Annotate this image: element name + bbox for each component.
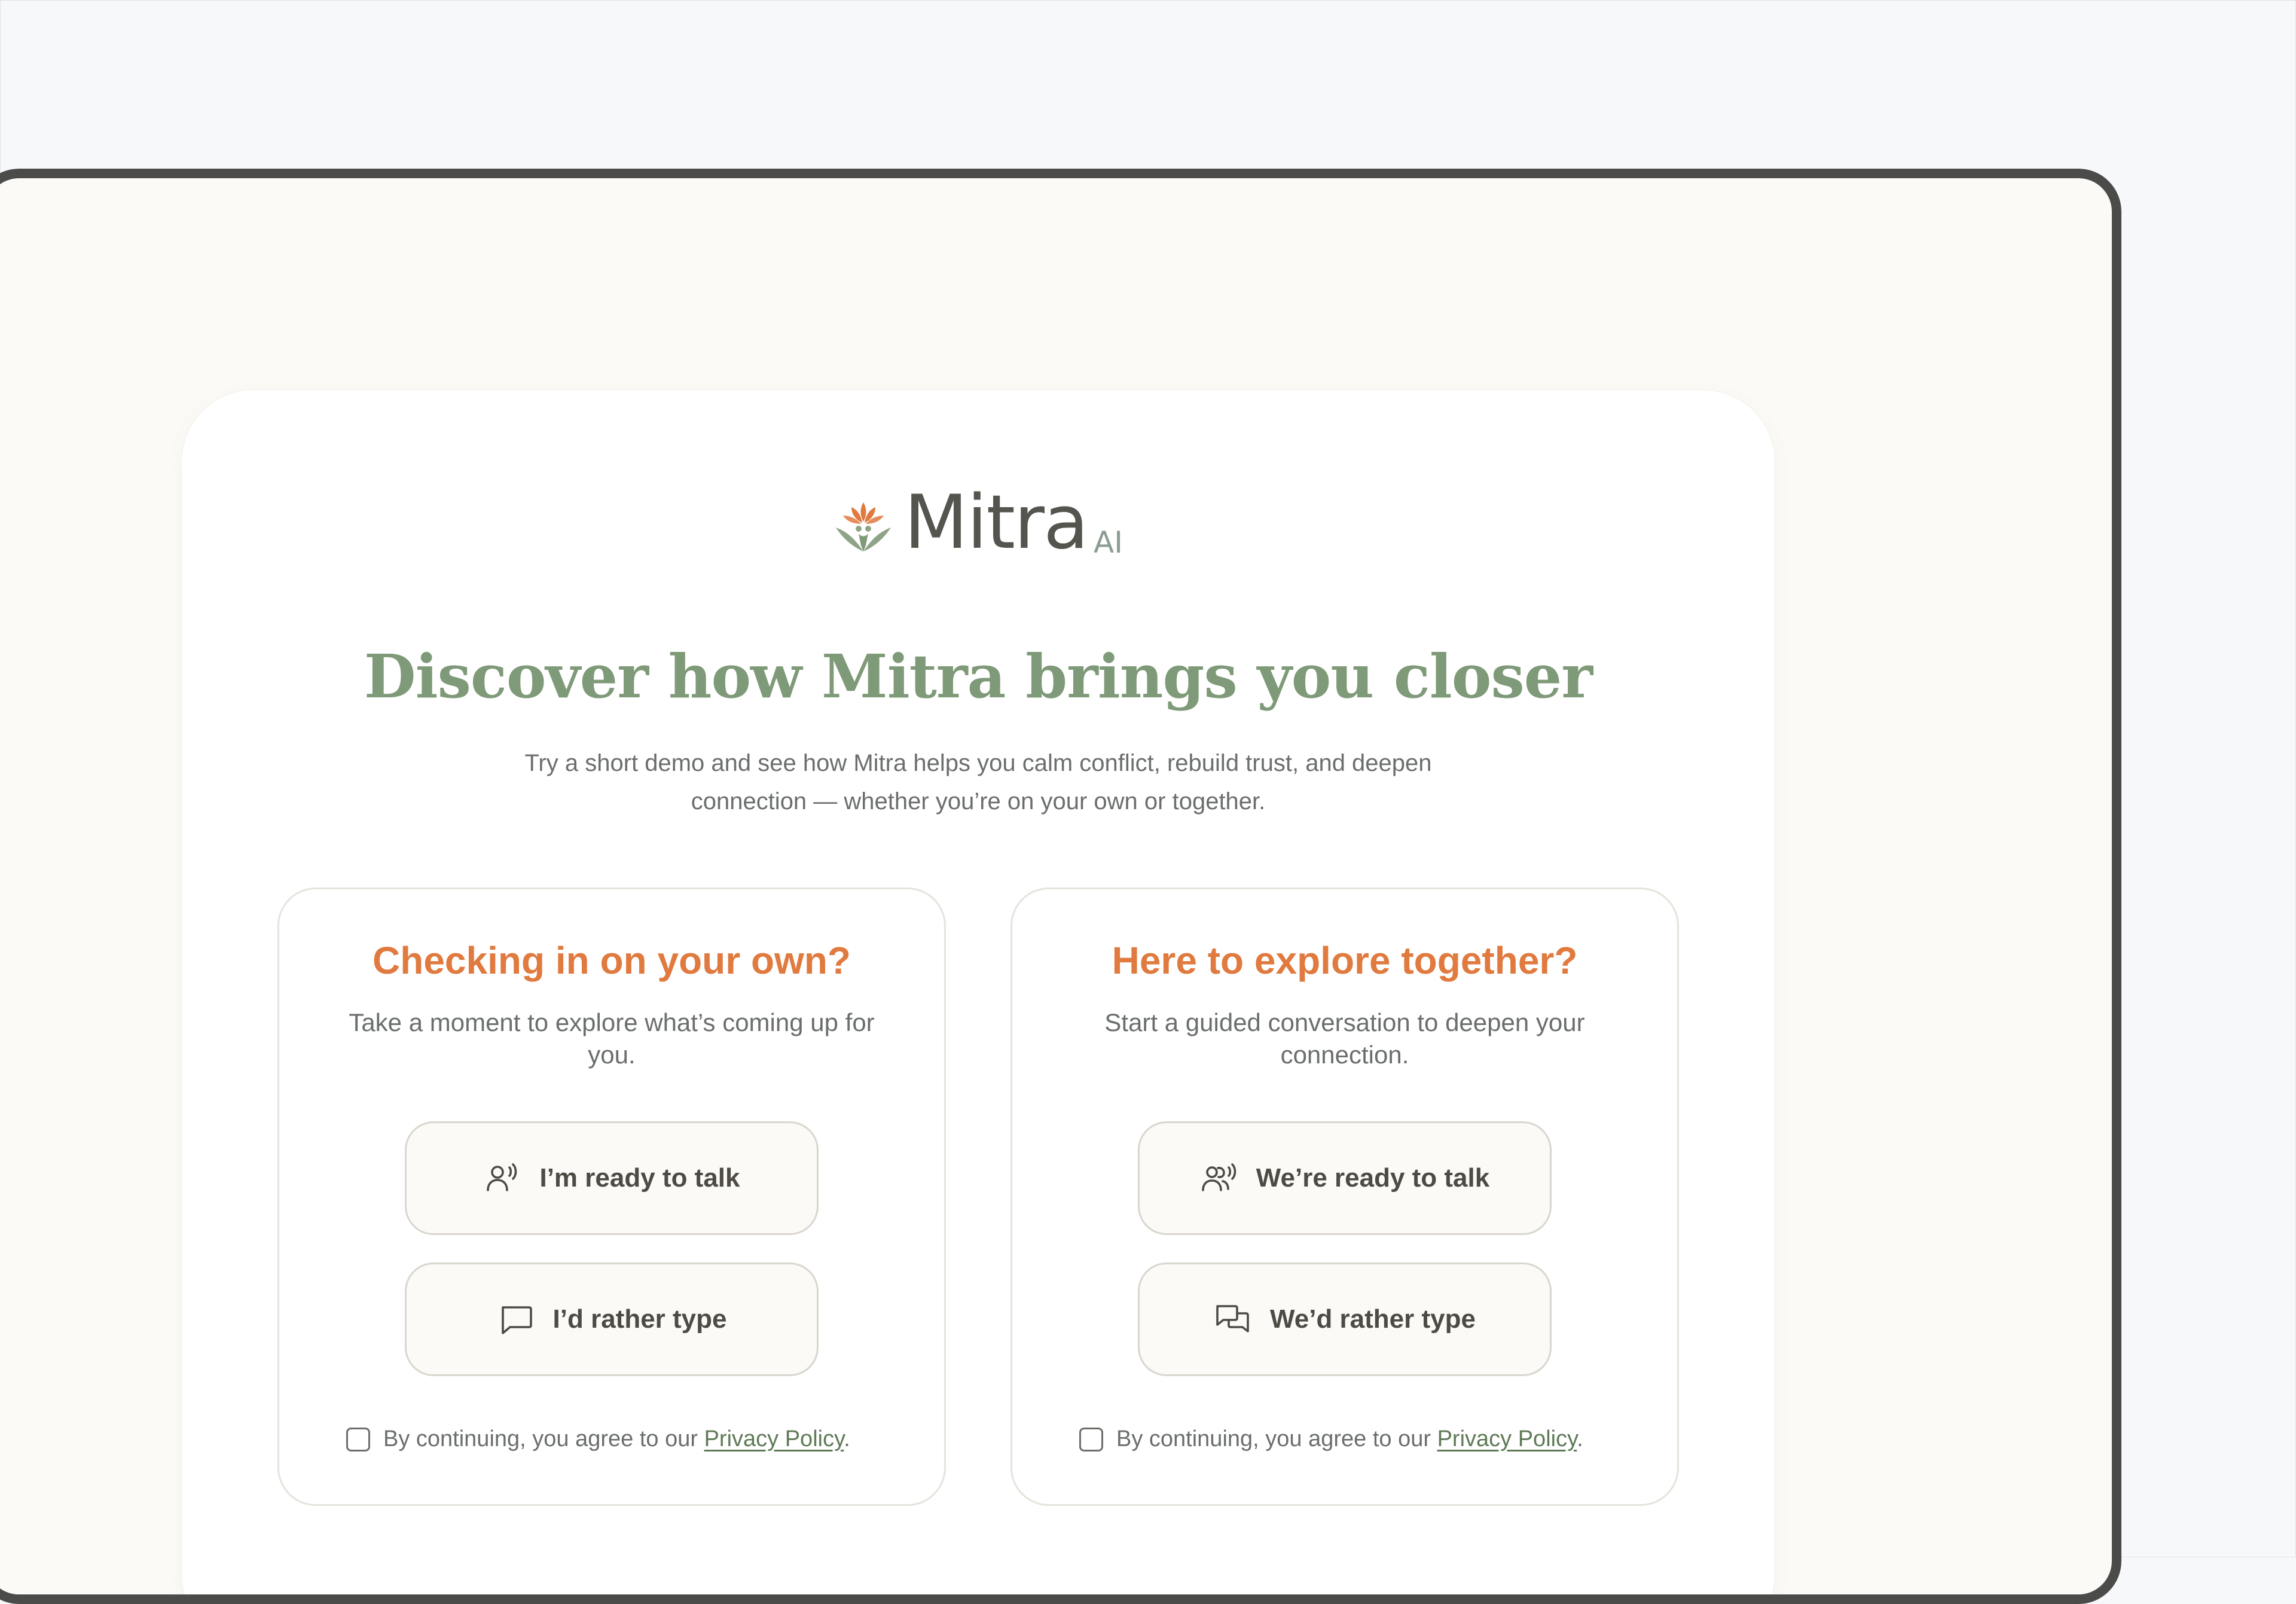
together-type-label: We’d rather type: [1270, 1304, 1476, 1334]
solo-consent-suffix: .: [844, 1426, 850, 1451]
brand-logo: Mitra AI: [182, 486, 1775, 560]
brand-suffix: AI: [1094, 525, 1123, 560]
brand-name: Mitra: [904, 480, 1089, 566]
solo-option-card: Checking in on your own? Take a moment t…: [277, 888, 946, 1506]
solo-consent-row: By continuing, you agree to our Privacy …: [346, 1426, 908, 1452]
solo-option-title: Checking in on your own?: [373, 939, 851, 982]
solo-type-label: I’d rather type: [552, 1304, 727, 1334]
person-speaking-icon: [487, 1163, 517, 1191]
lotus-hands-icon: [836, 502, 891, 551]
chat-bubbles-icon: [1216, 1305, 1249, 1332]
device-frame: Mitra AI Discover how Mitra brings you c…: [0, 169, 2121, 1604]
two-people-speaking-icon: [1201, 1163, 1236, 1191]
together-option-title: Here to explore together?: [1112, 939, 1578, 982]
solo-type-button[interactable]: I’d rather type: [405, 1263, 819, 1376]
together-privacy-policy-link[interactable]: Privacy Policy: [1437, 1426, 1577, 1451]
together-option-card: Here to explore together? Start a guided…: [1010, 888, 1679, 1506]
together-consent-checkbox[interactable]: [1079, 1427, 1103, 1451]
together-type-button[interactable]: We’d rather type: [1138, 1263, 1552, 1376]
together-consent-suffix: .: [1577, 1426, 1583, 1451]
together-consent-prefix: By continuing, you agree to our: [1116, 1426, 1437, 1451]
solo-talk-button[interactable]: I’m ready to talk: [405, 1121, 819, 1235]
solo-consent-prefix: By continuing, you agree to our: [383, 1426, 704, 1451]
together-consent-text: By continuing, you agree to our Privacy …: [1116, 1426, 1583, 1452]
solo-consent-checkbox[interactable]: [346, 1427, 370, 1451]
together-talk-label: We’re ready to talk: [1256, 1163, 1490, 1193]
demo-card: Mitra AI Discover how Mitra brings you c…: [182, 390, 1775, 1594]
page-subtitle: Try a short demo and see how Mitra helps…: [524, 750, 1432, 815]
together-option-description: Start a guided conversation to deepen yo…: [1104, 1008, 1585, 1069]
page-title: Discover how Mitra brings you closer: [364, 641, 1593, 712]
solo-consent-text: By continuing, you agree to our Privacy …: [383, 1426, 850, 1452]
solo-privacy-policy-link[interactable]: Privacy Policy: [704, 1426, 844, 1451]
together-consent-row: By continuing, you agree to our Privacy …: [1079, 1426, 1641, 1452]
chat-bubble-icon: [501, 1306, 532, 1334]
together-talk-button[interactable]: We’re ready to talk: [1138, 1121, 1552, 1235]
solo-option-description: Take a moment to explore what’s coming u…: [349, 1008, 875, 1069]
solo-talk-label: I’m ready to talk: [539, 1163, 740, 1193]
